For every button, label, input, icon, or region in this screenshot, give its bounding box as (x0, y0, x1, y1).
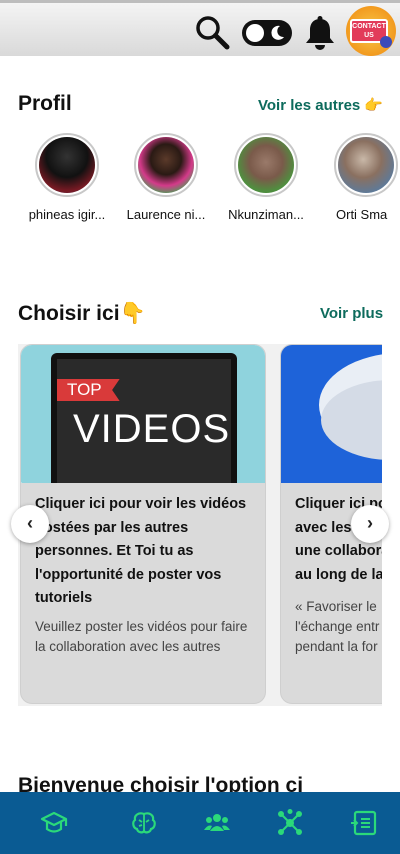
profiles-title: Profil (18, 92, 72, 115)
card-description: « Favoriser le l'échange entr pendant la… (295, 599, 380, 654)
profile-item[interactable]: Orti Sma (316, 133, 400, 222)
exit-icon[interactable] (350, 809, 378, 837)
choose-title: Choisir ici👇 (18, 302, 146, 325)
profile-name: Nkunziman... (228, 207, 304, 222)
top-badge: TOP (57, 379, 120, 401)
users-icon[interactable] (203, 809, 231, 837)
carousel-next-button[interactable]: › (351, 505, 389, 543)
profile-item[interactable]: Nkunziman... (216, 133, 316, 222)
dark-mode-toggle[interactable] (242, 20, 292, 46)
avatar (35, 133, 99, 197)
network-icon[interactable] (276, 809, 304, 837)
avatar (234, 133, 298, 197)
profile-name: Laurence ni... (126, 207, 206, 222)
pen-icon (380, 36, 392, 48)
top-app-bar: CONTACT US (0, 0, 400, 56)
card-title: Cliquer ici pour voir les vidéos postées… (35, 496, 247, 606)
see-other-profiles-link[interactable]: Voir les autres 👉 (258, 96, 383, 114)
profile-item[interactable]: phineas igir... (17, 133, 117, 222)
card-videos[interactable]: TOP VIDEOS Cliquer ici pour voir les vid… (20, 344, 266, 704)
brain-icon[interactable] (130, 809, 158, 837)
card-image (281, 345, 382, 483)
avatar (134, 133, 198, 197)
card-image: TOP VIDEOS (21, 345, 265, 483)
card-description: Veuillez poster les vidéos pour faire la… (35, 619, 248, 654)
card-carousel: TOP VIDEOS Cliquer ici pour voir les vid… (18, 344, 382, 706)
graduation-cap-icon[interactable] (40, 809, 68, 837)
search-icon[interactable] (192, 13, 232, 53)
bell-icon[interactable] (303, 15, 337, 51)
profile-item[interactable]: Laurence ni... (116, 133, 216, 222)
bottom-navigation (0, 792, 400, 854)
moon-icon (271, 25, 284, 40)
profile-name: Orti Sma (336, 207, 388, 222)
contact-us-button[interactable]: CONTACT US (346, 6, 396, 56)
videos-text: VIDEOS (73, 407, 231, 451)
see-more-link[interactable]: Voir plus (320, 305, 383, 322)
profile-name: phineas igir... (28, 207, 106, 222)
carousel-prev-button[interactable]: ‹ (11, 505, 49, 543)
avatar (334, 133, 398, 197)
toggle-knob (246, 24, 264, 42)
